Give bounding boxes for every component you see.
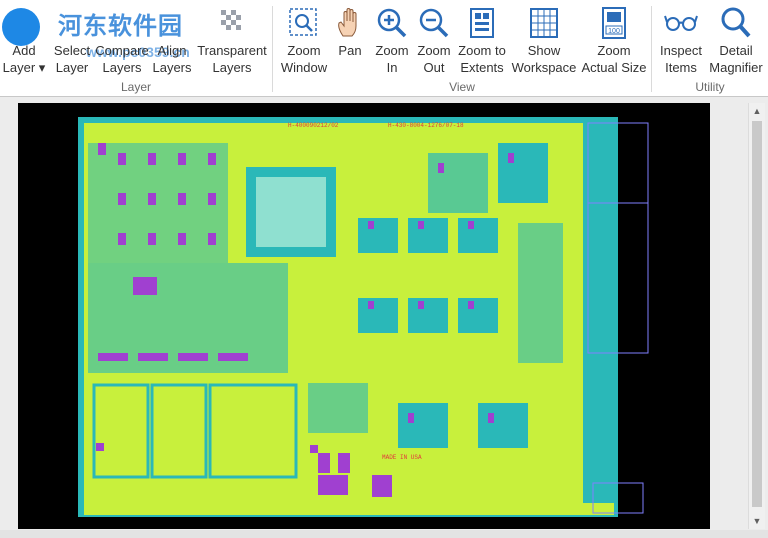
- scroll-thumb[interactable]: [752, 121, 762, 507]
- bga-chip-core: [256, 177, 326, 247]
- ribbon-toolbar: 河东软件园 www.pc0359.cn Add Layer ▾ Select L…: [0, 0, 768, 96]
- magnifier-icon: [721, 7, 751, 38]
- pcb-canvas[interactable]: H-400090212/02 H-430-8004-1276/07-18 MAD…: [18, 103, 710, 529]
- pcb-layout: H-400090212/02 H-430-8004-1276/07-18 MAD…: [78, 117, 649, 517]
- pan-hand-icon: [338, 8, 357, 37]
- layer-group-label: Layer: [120, 80, 152, 94]
- chip: [308, 383, 368, 433]
- layer-group: Add Layer ▾ Select Layer Compare Layers …: [0, 0, 272, 96]
- add-layer-label: Add Layer ▾: [2, 43, 46, 75]
- capacitor-block: [92, 383, 150, 479]
- align-layers-button[interactable]: Align Layers: [150, 0, 194, 80]
- view-group: Zoom Window Pan Zoom In Zoom Out Zoom to…: [273, 0, 651, 96]
- select-layer-label: Select Layer: [53, 43, 91, 75]
- zoom-actual-size-label: Zoom Actual Size: [581, 43, 647, 75]
- status-strip: [0, 530, 768, 538]
- zoom-actual-size-button[interactable]: 100 Zoom Actual Size: [581, 0, 647, 80]
- utility-group-label: Utility: [695, 80, 725, 94]
- chip: [408, 298, 448, 333]
- view-group-label: View: [449, 80, 475, 94]
- zoom-window-label: Zoom Window: [280, 43, 328, 75]
- transparent-layers-icon: [221, 10, 241, 30]
- compare-layers-button[interactable]: Compare Layers: [95, 0, 148, 80]
- zoom-actual-size-icon: 100: [602, 7, 626, 39]
- svg-text:100: 100: [608, 28, 620, 35]
- board-part-number-2: H-430-8004-1276/07-18: [388, 122, 464, 129]
- chip: [358, 218, 398, 253]
- zoom-to-extents-button[interactable]: Zoom to Extents: [457, 0, 507, 80]
- zoom-in-icon: [377, 8, 407, 38]
- show-workspace-button[interactable]: Show Workspace: [512, 0, 576, 80]
- zoom-window-button[interactable]: Zoom Window: [279, 0, 329, 80]
- zoom-extents-icon: [470, 8, 494, 38]
- scroll-up-arrow-icon[interactable]: ▲: [749, 103, 765, 119]
- zoom-window-icon: [289, 8, 317, 36]
- zoom-in-button[interactable]: Zoom In: [373, 0, 411, 80]
- chip: [458, 298, 498, 333]
- transparent-layers-label: Transparent Layers: [197, 43, 267, 75]
- scroll-down-arrow-icon[interactable]: ▼: [749, 513, 765, 529]
- select-layer-button[interactable]: Select Layer: [52, 0, 92, 80]
- chip: [518, 223, 563, 363]
- show-workspace-label: Show Workspace: [511, 43, 577, 75]
- glasses-icon: [664, 15, 698, 31]
- capacitor-block: [150, 383, 208, 479]
- chip: [428, 153, 488, 213]
- inspect-items-button[interactable]: Inspect Items: [658, 0, 704, 80]
- inspect-items-label: Inspect Items: [660, 43, 702, 75]
- chip: [398, 403, 448, 448]
- chip: [458, 218, 498, 253]
- workspace-area: H-400090212/02 H-430-8004-1276/07-18 MAD…: [0, 97, 768, 538]
- compare-layers-label: Compare Layers: [95, 43, 149, 75]
- chip: [358, 298, 398, 333]
- chip: [408, 218, 448, 253]
- zoom-out-button[interactable]: Zoom Out: [415, 0, 453, 80]
- utility-group: Inspect Items Detail Magnifier Utility: [652, 0, 768, 96]
- zoom-to-extents-label: Zoom to Extents: [458, 43, 506, 75]
- detail-magnifier-label: Detail Magnifier: [709, 43, 763, 75]
- add-layer-button[interactable]: Add Layer ▾: [3, 0, 46, 80]
- made-in-label: MADE IN USA: [382, 454, 422, 461]
- capacitor-block: [208, 383, 298, 479]
- pan-button[interactable]: Pan: [333, 0, 367, 80]
- detail-magnifier-button[interactable]: Detail Magnifier: [709, 0, 763, 80]
- transparent-layers-button[interactable]: Transparent Layers: [197, 0, 267, 80]
- zoom-out-icon: [419, 8, 449, 38]
- power-region: [88, 143, 228, 263]
- board-part-number-1: H-400090212/02: [288, 122, 339, 129]
- show-workspace-icon: [530, 8, 558, 38]
- vertical-scrollbar[interactable]: ▲ ▼: [748, 103, 765, 529]
- chip: [478, 403, 528, 448]
- chip: [498, 143, 548, 203]
